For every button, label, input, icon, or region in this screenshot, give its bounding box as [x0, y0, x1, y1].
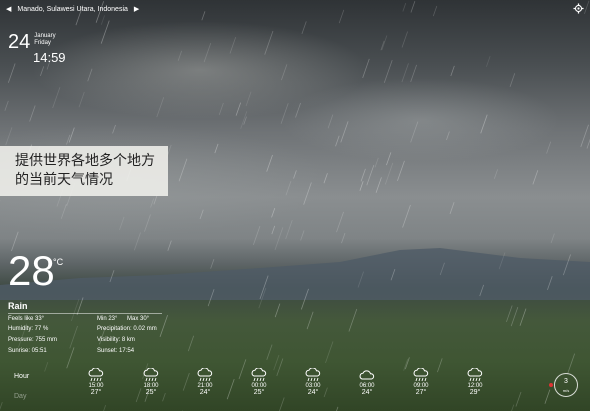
banner-line-1: 提供世界各地多个地方 — [15, 152, 155, 168]
rain-cloud-icon — [136, 368, 166, 382]
banner-line-2: 的当前天气情况 — [15, 171, 113, 187]
sunrise: Sunrise: 05:51 — [8, 348, 47, 354]
date-day: 24 — [8, 31, 31, 53]
hourly-temperature: 27° — [415, 389, 427, 396]
max-temp: Max 30° — [127, 316, 150, 322]
location-label[interactable]: Manado, Sulawesi Utara, Indonesia — [17, 6, 128, 13]
hourly-item: 09:00 27° — [406, 365, 436, 396]
current-time: 14:59 — [33, 50, 66, 65]
min-temp: Min 23° — [97, 316, 118, 322]
rain-cloud-icon — [298, 368, 328, 382]
rain-cloud-icon — [460, 368, 490, 382]
hourly-temperature: 25° — [145, 389, 157, 396]
pressure: Pressure: 755 mm — [8, 337, 58, 343]
temperature-unit: °C — [53, 257, 64, 267]
hourly-forecast: Hour Day 15:00 27° 18:00 25° 21:00 24° 00:00 25… — [0, 365, 590, 411]
tab-day[interactable]: Day — [14, 393, 26, 400]
visibility: Visibility: 8 km — [97, 337, 135, 343]
wind-speed: 3 — [564, 378, 568, 385]
rain-cloud-icon — [81, 368, 111, 382]
sunset: Sunset: 17:54 — [97, 348, 135, 354]
next-location-arrow[interactable]: ▶ — [128, 5, 145, 13]
rain-cloud-icon — [190, 368, 220, 382]
date-block: 24 January Friday — [8, 32, 56, 52]
tab-hour[interactable]: Hour — [14, 373, 29, 380]
hourly-item: 06:00 24° — [352, 365, 382, 396]
hourly-temperature: 24° — [199, 389, 211, 396]
weather-condition: Rain — [8, 301, 28, 311]
current-temperature: 28 — [8, 247, 55, 294]
rain-streaks — [0, 0, 590, 411]
prev-location-arrow[interactable]: ◀ — [0, 5, 17, 13]
hourly-temperature: 24° — [307, 389, 319, 396]
rain-cloud-icon — [406, 368, 436, 382]
precipitation: Precipitation: 0.02 mm — [97, 326, 157, 332]
hourly-item: 12:00 29° — [460, 365, 490, 396]
date-weekday: Friday — [34, 40, 51, 46]
hourly-item: 15:00 27° — [81, 365, 111, 396]
hourly-temperature: 25° — [253, 389, 265, 396]
rain-cloud-icon — [244, 368, 274, 382]
divider — [8, 313, 162, 314]
humidity: Humidity: 77 % — [8, 326, 49, 332]
wind-gauge[interactable]: 3 m/s — [554, 373, 578, 397]
wind-unit: m/s — [562, 388, 570, 393]
cloud-icon — [352, 368, 382, 382]
hourly-item: 21:00 24° — [190, 365, 220, 396]
promo-banner: 提供世界各地多个地方 的当前天气情况 — [0, 146, 168, 196]
wind-direction-indicator — [549, 383, 553, 387]
gear-icon[interactable] — [573, 3, 584, 14]
hourly-temperature: 24° — [361, 389, 373, 396]
hourly-temperature: 27° — [90, 389, 102, 396]
date-month: January — [34, 33, 56, 39]
hourly-item: 18:00 25° — [136, 365, 166, 396]
hourly-item: 00:00 25° — [244, 365, 274, 396]
hourly-temperature: 29° — [469, 389, 481, 396]
hourly-item: 03:00 24° — [298, 365, 328, 396]
feels-like: Feels like 33° — [8, 316, 45, 322]
top-bar: ◀ Manado, Sulawesi Utara, Indonesia ▶ — [0, 0, 590, 18]
